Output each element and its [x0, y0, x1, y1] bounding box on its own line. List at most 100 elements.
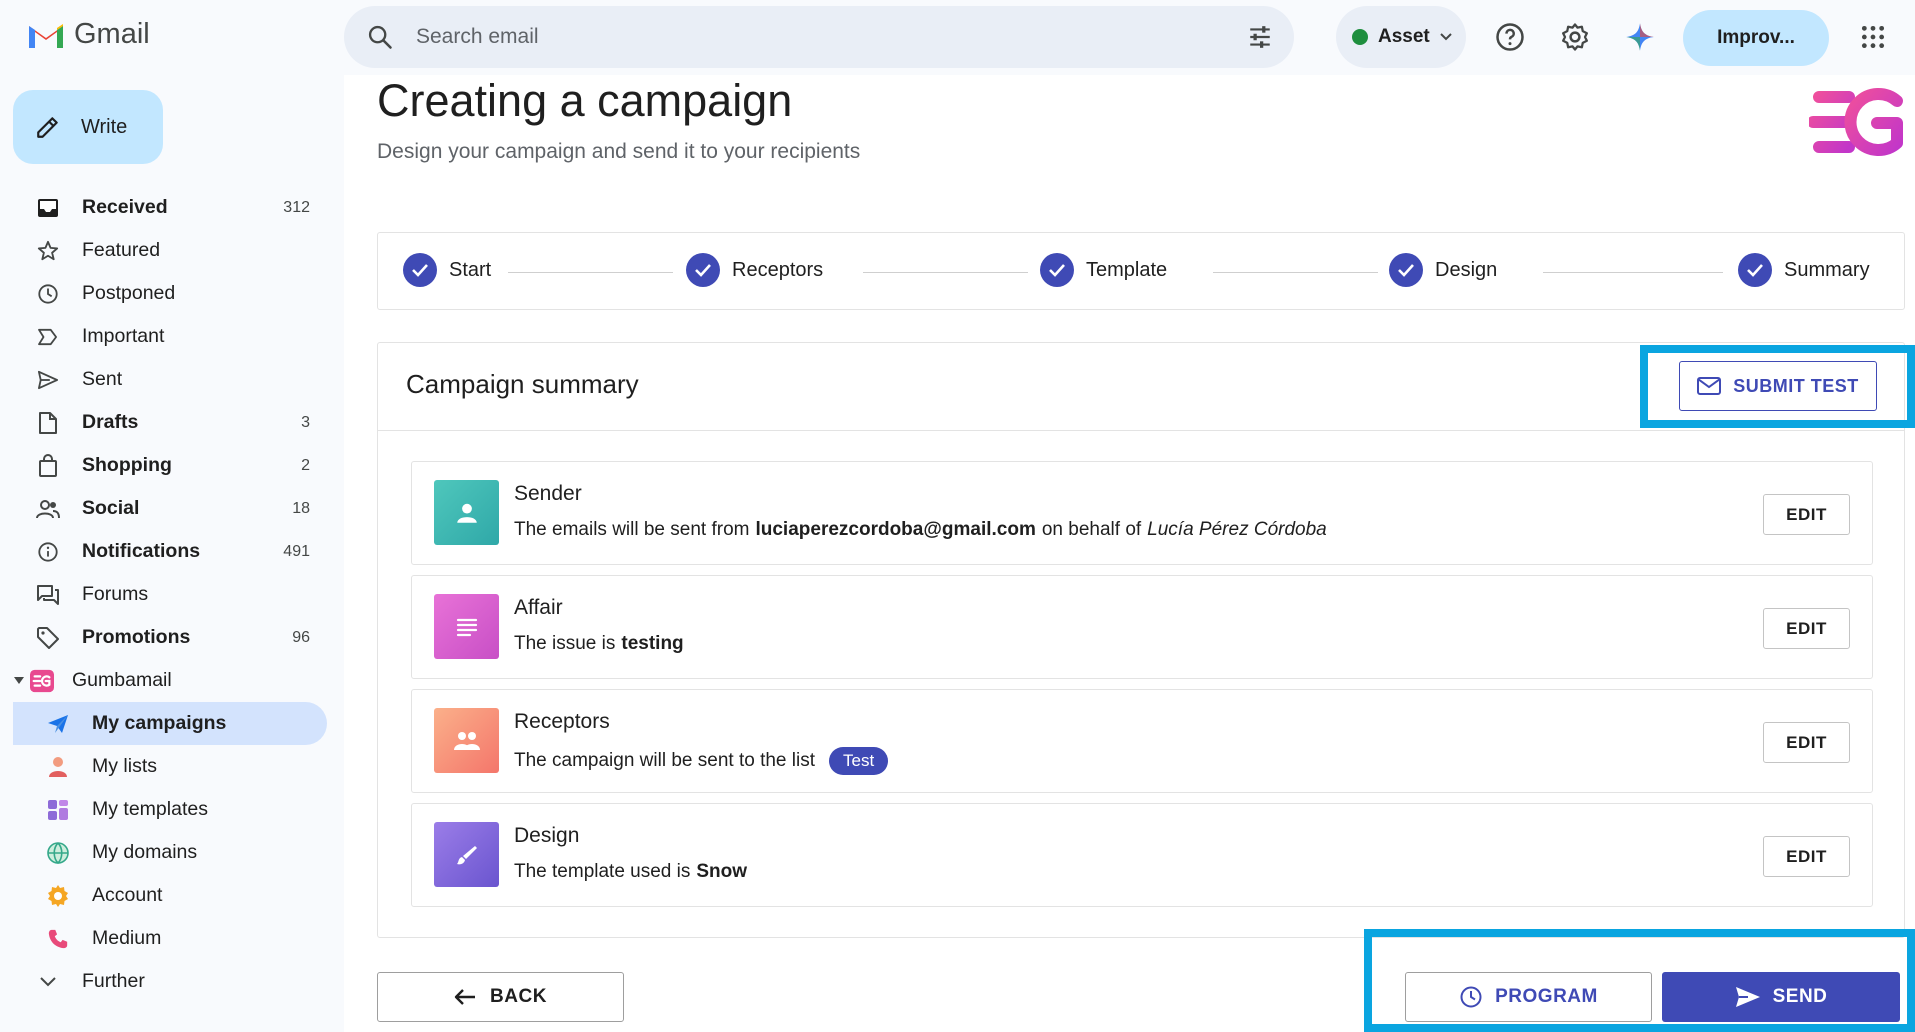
step-design[interactable]: Design — [1389, 253, 1497, 287]
label-important-icon — [36, 325, 60, 349]
sidebar-item-promotions[interactable]: Promotions 96 — [0, 616, 340, 659]
sidebar-item-label: Social — [82, 497, 140, 519]
edit-sender-button[interactable]: EDIT — [1763, 494, 1850, 535]
gmail-m-icon — [29, 23, 63, 48]
sidebar-more-toggle[interactable]: Further — [0, 960, 340, 1003]
highlight-submit-test — [1640, 345, 1915, 428]
settings-gear-icon[interactable] — [1560, 22, 1590, 52]
draft-icon — [36, 411, 60, 435]
unread-count: 3 — [301, 413, 310, 431]
sidebar-item-received[interactable]: Received 312 — [0, 186, 340, 229]
sidebar-item-label: Further — [82, 970, 145, 992]
item-description: The issue is testing — [514, 633, 684, 655]
sidebar-item-label: My templates — [92, 798, 208, 820]
status-selector[interactable]: Asset — [1336, 6, 1466, 68]
status-dot — [1352, 29, 1368, 45]
item-title: Design — [514, 824, 580, 847]
back-button[interactable]: BACK — [377, 972, 624, 1022]
gumbamail-brand-logo — [1809, 88, 1903, 156]
step-connector — [1213, 272, 1378, 273]
check-circle-icon — [1738, 253, 1772, 287]
sidebar-item-label: Important — [82, 325, 165, 347]
sidebar-item-my-lists[interactable]: My lists — [0, 745, 340, 788]
desc-text: The campaign will be sent to the list — [514, 750, 815, 771]
sidebar-group-gumbamail[interactable]: Gumbamail — [0, 659, 340, 702]
affair-value: testing — [621, 633, 684, 654]
sidebar-item-forums[interactable]: Forums — [0, 573, 340, 616]
sidebar-item-drafts[interactable]: Drafts 3 — [0, 401, 340, 444]
search-input[interactable] — [416, 18, 1176, 56]
search-icon[interactable] — [366, 23, 394, 51]
sidebar-item-my-templates[interactable]: My templates — [0, 788, 340, 831]
arrow-left-icon — [454, 989, 476, 1005]
person-icon — [46, 755, 70, 779]
summary-item-affair: Affair The issue is testing EDIT — [411, 575, 1873, 679]
compose-button[interactable]: Write — [13, 90, 163, 164]
check-circle-icon — [1389, 253, 1423, 287]
app-name: Gmail — [74, 18, 150, 50]
search-bar[interactable] — [344, 6, 1294, 68]
sidebar-item-my-domains[interactable]: My domains — [0, 831, 340, 874]
sidebar-item-medium[interactable]: Medium — [0, 917, 340, 960]
help-icon[interactable] — [1495, 22, 1525, 52]
chevron-down-icon — [1440, 33, 1452, 41]
send-icon — [36, 368, 60, 392]
phone-icon — [46, 927, 70, 951]
star-icon — [36, 239, 60, 263]
sidebar-item-shopping[interactable]: Shopping 2 — [0, 444, 340, 487]
search-options-icon[interactable] — [1246, 24, 1274, 50]
improve-button[interactable]: Improv... — [1683, 10, 1829, 66]
edit-receptors-button[interactable]: EDIT — [1763, 722, 1850, 763]
step-template[interactable]: Template — [1040, 253, 1167, 287]
list-badge: Test — [829, 747, 889, 775]
sidebar-item-social[interactable]: Social 18 — [0, 487, 340, 530]
info-icon — [36, 540, 60, 564]
step-receptors[interactable]: Receptors — [686, 253, 823, 287]
item-title: Sender — [514, 482, 582, 505]
step-start[interactable]: Start — [403, 253, 491, 287]
sidebar-item-sent[interactable]: Sent — [0, 358, 340, 401]
main-content: Creating a campaign Design your campaign… — [344, 75, 1915, 1032]
sidebar-item-notifications[interactable]: Notifications 491 — [0, 530, 340, 573]
sidebar-item-account[interactable]: Account — [0, 874, 340, 917]
sidebar-item-label: Notifications — [82, 540, 201, 562]
design-brush-icon — [434, 822, 499, 887]
sender-person-icon — [434, 480, 499, 545]
check-circle-icon — [403, 253, 437, 287]
sidebar-item-important[interactable]: Important — [0, 315, 340, 358]
gear-orange-icon — [46, 884, 70, 908]
highlight-send-actions — [1364, 929, 1915, 1032]
back-label: BACK — [490, 986, 547, 1007]
edit-design-button[interactable]: EDIT — [1763, 836, 1850, 877]
gemini-sparkle-icon[interactable] — [1625, 22, 1655, 52]
step-summary[interactable]: Summary — [1738, 253, 1870, 287]
sidebar-item-label: Featured — [82, 239, 161, 261]
step-label: Template — [1086, 258, 1168, 281]
summary-item-design: Design The template used is Snow EDIT — [411, 803, 1873, 907]
edit-affair-button[interactable]: EDIT — [1763, 608, 1850, 649]
sidebar-item-label: Drafts — [82, 411, 139, 433]
sidebar-item-label: Sent — [82, 368, 123, 390]
campaign-summary-card: Campaign summary SUBMIT TEST Sender The … — [377, 342, 1905, 938]
gmail-logo[interactable]: Gmail — [26, 18, 150, 51]
sidebar-item-featured[interactable]: Featured — [0, 229, 340, 272]
status-label: Asset — [1378, 26, 1430, 47]
sidebar-item-label: Promotions — [82, 626, 191, 648]
sidebar-item-my-campaigns[interactable]: My campaigns — [13, 702, 327, 745]
sender-email: luciaperezcordoba@gmail.com — [755, 519, 1036, 540]
page-title: Creating a campaign — [377, 75, 793, 126]
globe-icon — [46, 841, 70, 865]
step-connector — [508, 272, 673, 273]
check-circle-icon — [686, 253, 720, 287]
desc-text: The template used is — [514, 861, 691, 882]
step-connector — [863, 272, 1028, 273]
step-label: Start — [449, 258, 492, 281]
chevron-down-icon — [36, 970, 60, 994]
people-icon — [36, 497, 60, 521]
sidebar-item-postponed[interactable]: Postponed — [0, 272, 340, 315]
check-circle-icon — [1040, 253, 1074, 287]
paper-plane-icon — [46, 712, 70, 736]
gumbamail-logo-icon — [30, 669, 54, 693]
apps-grid-icon[interactable] — [1858, 22, 1888, 52]
inbox-icon — [36, 196, 60, 220]
